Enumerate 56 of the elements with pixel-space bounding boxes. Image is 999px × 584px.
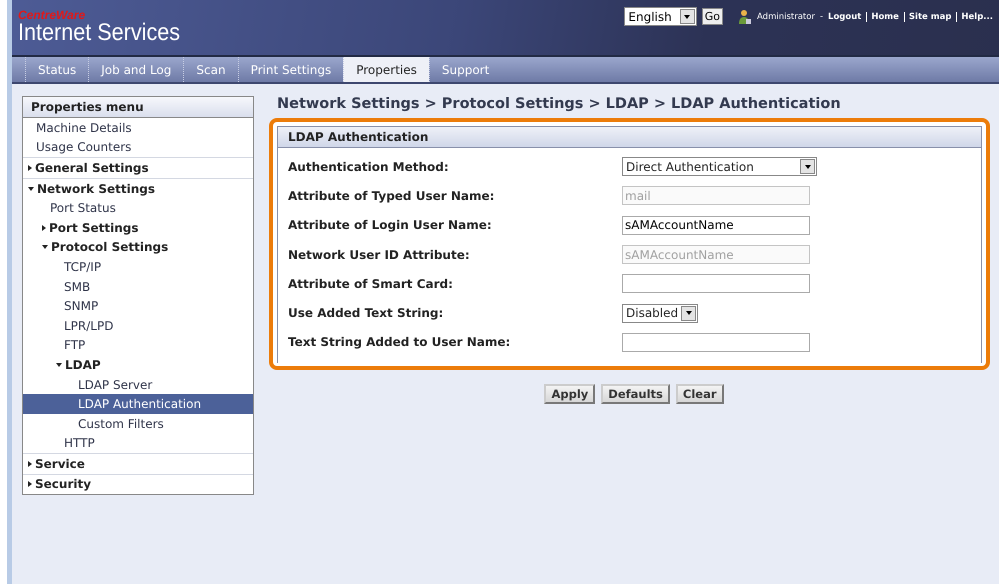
nav-tab[interactable]: Properties [343, 57, 429, 82]
menu-item[interactable]: FTP [23, 336, 253, 356]
action-button[interactable]: Defaults [601, 384, 670, 404]
menu-item[interactable]: LPR/LPD [23, 316, 253, 336]
field-label: Attribute of Login User Name: [288, 218, 493, 232]
menu-item[interactable]: Port Status [23, 198, 253, 218]
input-field[interactable] [622, 332, 810, 352]
field-label: Text String Added to User Name: [288, 335, 512, 350]
menu-item[interactable]: Security [23, 474, 253, 494]
action-button[interactable]: Clear [676, 384, 724, 404]
caret-icon [28, 460, 32, 467]
caret-icon [28, 481, 32, 488]
caret-icon [28, 186, 34, 191]
caret-icon [42, 224, 46, 231]
header-link[interactable]: Logout [828, 12, 862, 22]
menu-item[interactable]: Protocol Settings [23, 238, 253, 258]
select-field[interactable]: Direct Authentication [622, 157, 817, 176]
field-label: Use Added Text String: [288, 306, 444, 320]
select-field[interactable]: Disabled [622, 304, 698, 323]
separator: - [820, 12, 824, 22]
caret-icon [42, 245, 48, 250]
menu-item[interactable]: TCP/IP [23, 257, 253, 277]
input-field[interactable] [622, 274, 810, 294]
menu-item[interactable]: Service [23, 454, 253, 474]
header-link[interactable]: Site map [904, 12, 952, 22]
brand-subtitle: CentreWare [18, 10, 86, 21]
menu-title: Properties menu [23, 97, 253, 118]
panel-title: LDAP Authentication [278, 127, 981, 148]
menu-item[interactable]: Machine Details [23, 118, 253, 138]
menu-item[interactable]: LDAP Server [23, 374, 253, 394]
menu-item[interactable]: SMB [23, 276, 253, 296]
menu-item[interactable]: Port Settings [23, 218, 253, 238]
menu-item[interactable]: General Settings [23, 158, 253, 178]
menu-item[interactable]: LDAP Authentication [23, 394, 253, 414]
header-link[interactable]: Help... [956, 12, 993, 22]
field-label: Attribute of Smart Card: [288, 276, 454, 291]
action-button[interactable]: Apply [544, 384, 596, 404]
menu-item[interactable]: Network Settings [23, 178, 253, 198]
brand-title: Internet Services [18, 21, 180, 45]
user-icon [738, 8, 752, 24]
menu-item[interactable]: LDAP [23, 355, 253, 375]
caret-icon [56, 362, 62, 367]
menu-item[interactable]: Usage Counters [23, 138, 253, 158]
user-name: Administrator [757, 12, 815, 22]
input-field[interactable]: sAMAccountName [622, 216, 810, 235]
menu-item[interactable]: SNMP [23, 296, 253, 316]
caret-icon [28, 164, 32, 171]
field-label: Network User ID Attribute: [288, 248, 471, 262]
field-label: Attribute of Typed User Name: [288, 188, 496, 203]
menu-item[interactable]: Custom Filters [23, 414, 253, 434]
menu-item[interactable]: HTTP [23, 434, 253, 454]
language-select[interactable]: English [624, 7, 697, 26]
breadcrumb: Network Settings > Protocol Settings > LDAP > LDAP Authentication [276, 96, 842, 114]
header-link[interactable]: Home [866, 12, 899, 22]
field-label: Authentication Method: [288, 160, 450, 174]
go-button[interactable]: Go [702, 8, 724, 25]
